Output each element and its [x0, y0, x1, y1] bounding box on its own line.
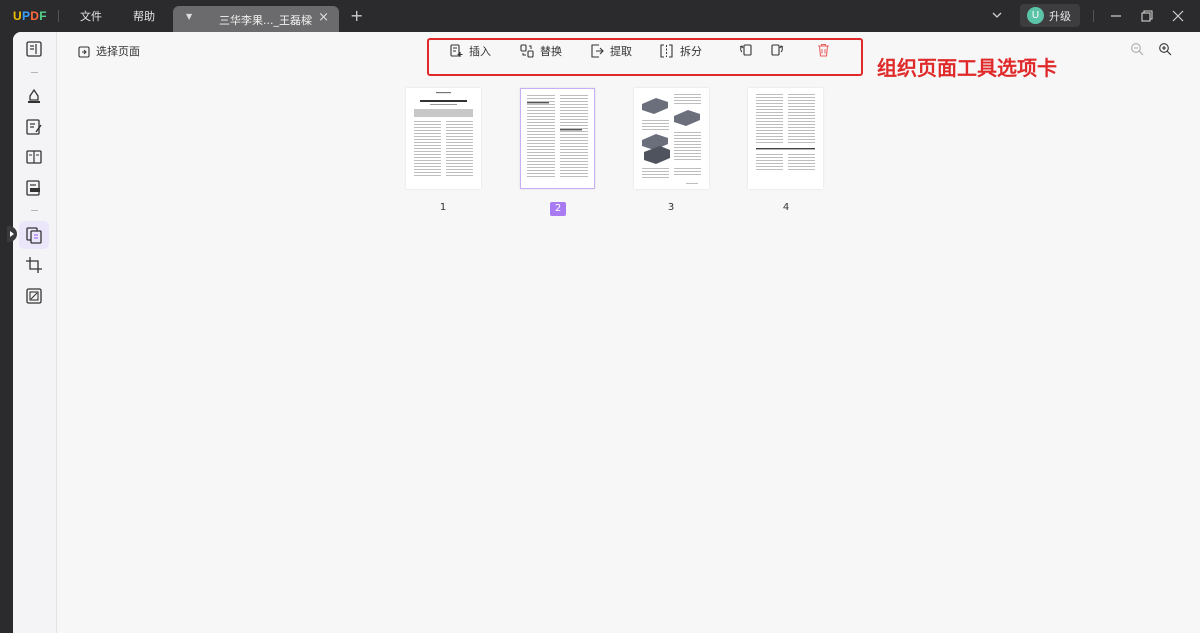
page-content-preview: [527, 95, 588, 177]
menu-file[interactable]: 文件: [80, 8, 102, 24]
restore-icon[interactable]: [1137, 6, 1157, 26]
page-thumbnail-selected[interactable]: [520, 88, 595, 189]
divider: [1093, 10, 1094, 22]
close-tab-icon[interactable]: ×: [318, 10, 329, 25]
title-bar: UPDF 文件 帮助 ▼ 三华李果..._王磊樑 × + U 升级: [0, 0, 1200, 32]
chevron-down-icon[interactable]: [990, 8, 1004, 22]
upgrade-label: 升级: [1049, 10, 1071, 23]
annotation-label: 组织页面工具选项卡: [877, 56, 1057, 80]
crop-icon[interactable]: [25, 256, 43, 274]
page-number: 1: [439, 202, 447, 213]
left-sidebar: [13, 32, 57, 633]
divider: [31, 72, 38, 73]
edit-pdf-icon[interactable]: [25, 118, 43, 136]
page-content-preview: [642, 94, 701, 184]
avatar: U: [1027, 7, 1044, 24]
page-thumbnail[interactable]: [748, 88, 823, 189]
new-tab-button[interactable]: +: [350, 6, 363, 25]
divider: [58, 10, 59, 22]
zoom-out-icon[interactable]: [1130, 42, 1144, 56]
reader-icon[interactable]: [25, 40, 43, 58]
organize-pages-icon[interactable]: [25, 226, 43, 244]
select-pages-button[interactable]: 选择页面: [78, 43, 140, 59]
page-number-selected: 2: [550, 202, 566, 216]
comment-highlighter-icon[interactable]: [25, 87, 43, 105]
app-logo: UPDF: [13, 9, 47, 23]
menu-help[interactable]: 帮助: [133, 8, 155, 24]
select-pages-label: 选择页面: [96, 45, 140, 58]
page-content-preview: [414, 92, 473, 176]
document-tab[interactable]: ▼ 三华李果..._王磊樑 ×: [173, 6, 339, 32]
page-number: 3: [667, 202, 675, 213]
toolbar-highlight-box: [427, 38, 863, 76]
page-thumbnail[interactable]: [406, 88, 481, 189]
workspace: [13, 32, 1200, 633]
tools-icon[interactable]: [25, 287, 43, 305]
zoom-in-icon[interactable]: [1158, 42, 1172, 56]
divider: [31, 210, 38, 211]
tab-title: 三华李果..._王磊樑: [219, 14, 312, 27]
page-thumbnail[interactable]: [634, 88, 709, 189]
page-content-preview: [756, 94, 815, 170]
form-icon[interactable]: [25, 179, 43, 197]
tab-dropdown-icon[interactable]: ▼: [186, 12, 192, 21]
upgrade-button[interactable]: U 升级: [1020, 4, 1080, 27]
minimize-icon[interactable]: [1106, 6, 1126, 26]
close-window-icon[interactable]: [1168, 6, 1188, 26]
select-pages-icon: [78, 46, 90, 58]
page-layout-icon[interactable]: [25, 148, 43, 166]
page-number: 4: [782, 202, 790, 213]
